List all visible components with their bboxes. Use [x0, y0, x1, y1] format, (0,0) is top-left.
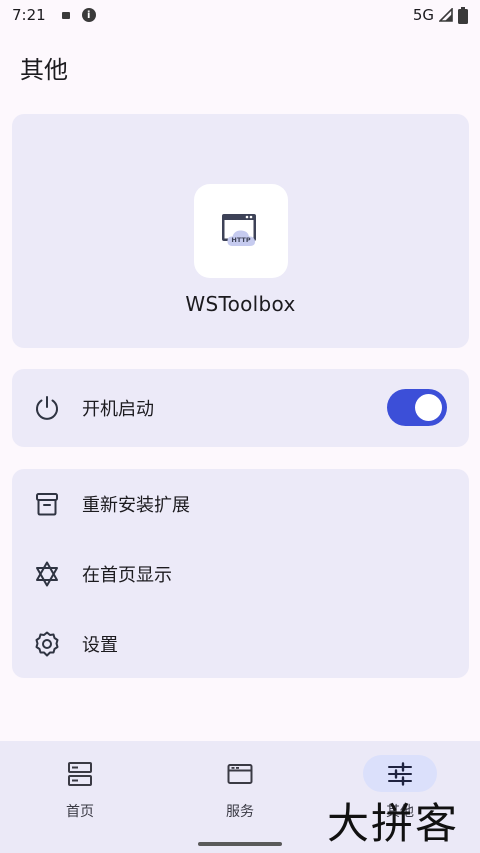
- watermark: 大拼客: [327, 799, 460, 848]
- menu-card: 重新安装扩展 在首页显示 设置: [12, 469, 469, 678]
- power-icon: [33, 394, 61, 422]
- nav-item-services[interactable]: 服务: [160, 741, 320, 841]
- status-right: 5G: [413, 6, 468, 24]
- menu-item-settings[interactable]: 设置: [12, 609, 469, 679]
- nav-item-home[interactable]: 首页: [0, 741, 160, 841]
- notification-square-icon: [61, 11, 70, 19]
- home-indicator[interactable]: [198, 842, 282, 846]
- sliders-icon: [388, 761, 412, 786]
- gear-icon: [33, 630, 61, 658]
- info-icon: i: [81, 8, 96, 22]
- menu-item-reinstall-extensions[interactable]: 重新安装扩展: [12, 469, 469, 539]
- archive-box-icon: [33, 490, 61, 518]
- page-title: 其他: [20, 56, 68, 84]
- status-time: 7:21: [12, 6, 46, 24]
- star-of-david-icon: [33, 560, 61, 588]
- battery-icon: [458, 6, 468, 24]
- nav-label-services: 服务: [226, 804, 254, 820]
- browser-window-icon: [227, 763, 253, 784]
- app-icon: HTTP: [194, 184, 288, 278]
- menu-item-show-on-home[interactable]: 在首页显示: [12, 539, 469, 609]
- server-stack-icon: [68, 761, 92, 786]
- status-bar: 7:21 i 5G: [0, 0, 480, 30]
- autostart-label: 开机启动: [82, 399, 154, 420]
- notification-icons: i: [61, 8, 96, 22]
- http-icon-text: HTTP: [231, 236, 250, 244]
- nav-pill: [43, 755, 117, 792]
- nav-pill-active: [363, 755, 437, 792]
- toggle-knob: [415, 394, 442, 421]
- nav-label-home: 首页: [66, 804, 94, 820]
- menu-item-label: 重新安装扩展: [82, 495, 190, 516]
- network-label: 5G: [412, 6, 434, 24]
- menu-item-label: 设置: [82, 635, 118, 656]
- app-info-card: HTTP WSToolbox: [12, 114, 469, 348]
- signal-icon: [439, 8, 453, 22]
- autostart-toggle[interactable]: [387, 389, 447, 426]
- app-name: WSToolbox: [185, 292, 296, 316]
- nav-pill: [203, 755, 277, 792]
- http-cloud-icon: HTTP: [222, 214, 256, 246]
- autostart-card: 开机启动: [12, 369, 469, 447]
- menu-item-label: 在首页显示: [82, 565, 172, 586]
